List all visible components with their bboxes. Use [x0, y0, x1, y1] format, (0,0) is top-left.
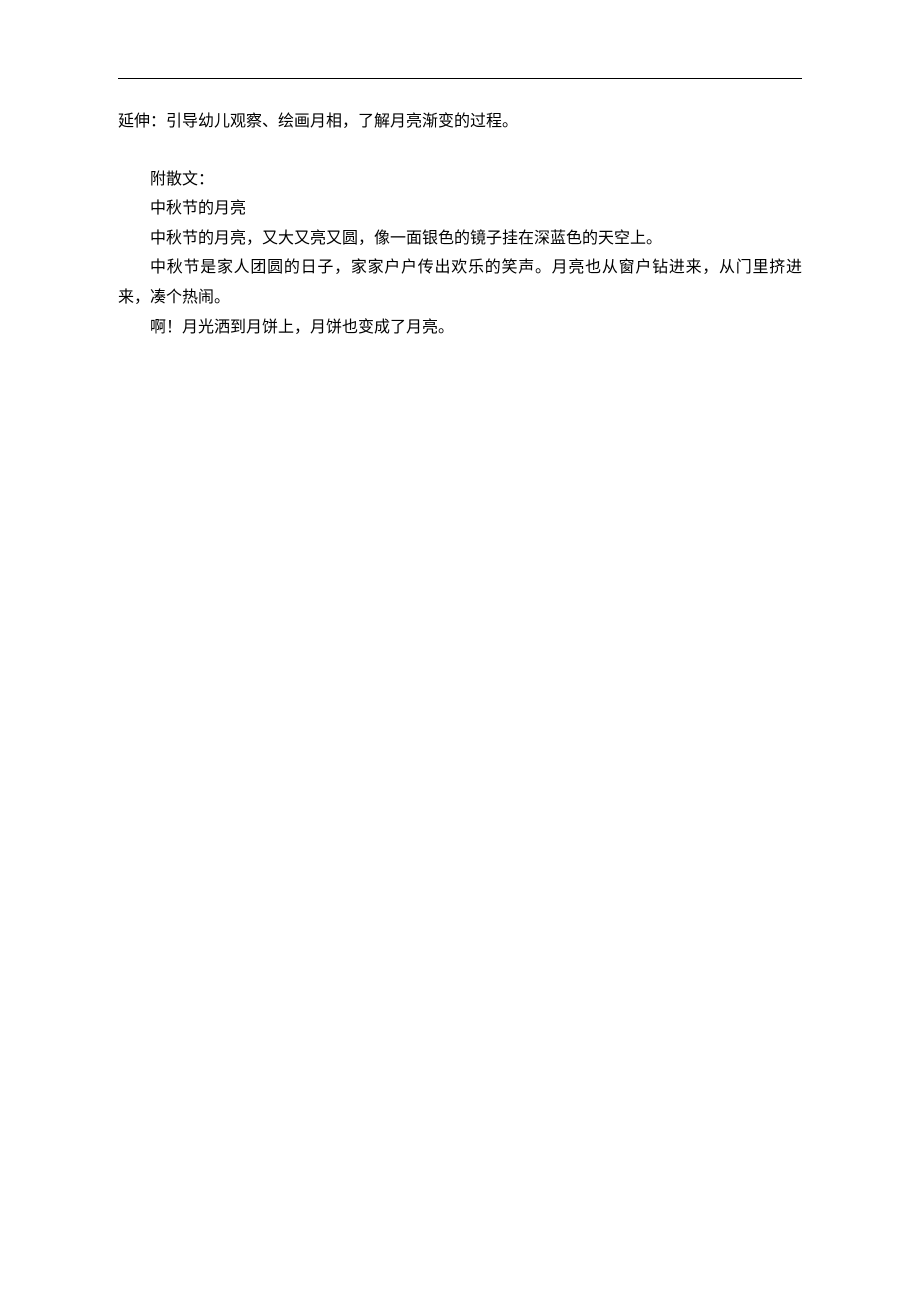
prose-paragraph-1: 中秋节的月亮，又大又亮又圆，像一面银色的镜子挂在深蓝色的天空上。 — [118, 224, 802, 254]
document-page: 延伸：引导幼儿观察、绘画月相，了解月亮渐变的过程。 附散文： 中秋节的月亮 中秋… — [0, 0, 920, 342]
blank-line — [118, 137, 802, 165]
horizontal-rule — [118, 78, 802, 79]
prose-title: 中秋节的月亮 — [118, 194, 802, 224]
prose-paragraph-2: 中秋节是家人团圆的日子，家家户户传出欢乐的笑声。月亮也从窗户钻进来，从门里挤进来… — [118, 253, 802, 312]
extension-text: 延伸：引导幼儿观察、绘画月相，了解月亮渐变的过程。 — [118, 107, 802, 137]
attachment-label: 附散文： — [118, 165, 802, 195]
prose-paragraph-3: 啊！月光洒到月饼上，月饼也变成了月亮。 — [118, 313, 802, 343]
